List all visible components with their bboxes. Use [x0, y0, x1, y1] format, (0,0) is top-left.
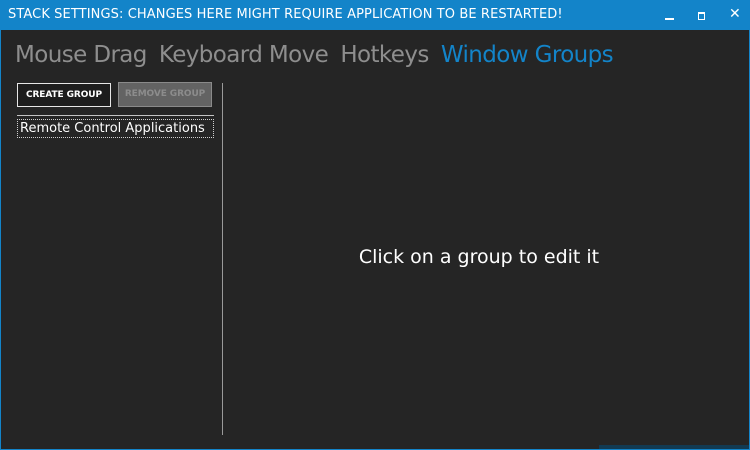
minimize-icon: [665, 18, 674, 20]
tab-keyboard-move[interactable]: Keyboard Move: [159, 42, 329, 68]
group-list-item[interactable]: Remote Control Applications: [17, 119, 214, 138]
maximize-button[interactable]: [685, 1, 717, 30]
group-list-divider: [17, 115, 214, 116]
bottom-accent-strip: [599, 445, 749, 449]
close-button[interactable]: ✕: [717, 1, 749, 30]
close-icon: ✕: [729, 6, 741, 22]
create-group-button[interactable]: CREATE GROUP: [17, 83, 111, 107]
title-bar[interactable]: STACK SETTINGS: CHANGES HERE MIGHT REQUI…: [1, 1, 749, 30]
tab-hotkeys[interactable]: Hotkeys: [340, 42, 429, 68]
tab-bar: Mouse Drag Keyboard Move Hotkeys Window …: [15, 42, 620, 76]
tab-mouse-drag[interactable]: Mouse Drag: [15, 42, 147, 68]
window-title: STACK SETTINGS: CHANGES HERE MIGHT REQUI…: [8, 7, 563, 22]
tab-window-groups[interactable]: Window Groups: [441, 42, 614, 68]
settings-window: STACK SETTINGS: CHANGES HERE MIGHT REQUI…: [0, 0, 750, 450]
edit-placeholder-text: Click on a group to edit it: [358, 246, 600, 268]
maximize-icon: [698, 12, 705, 20]
minimize-button[interactable]: [653, 1, 685, 30]
remove-group-button[interactable]: REMOVE GROUP: [118, 82, 212, 107]
